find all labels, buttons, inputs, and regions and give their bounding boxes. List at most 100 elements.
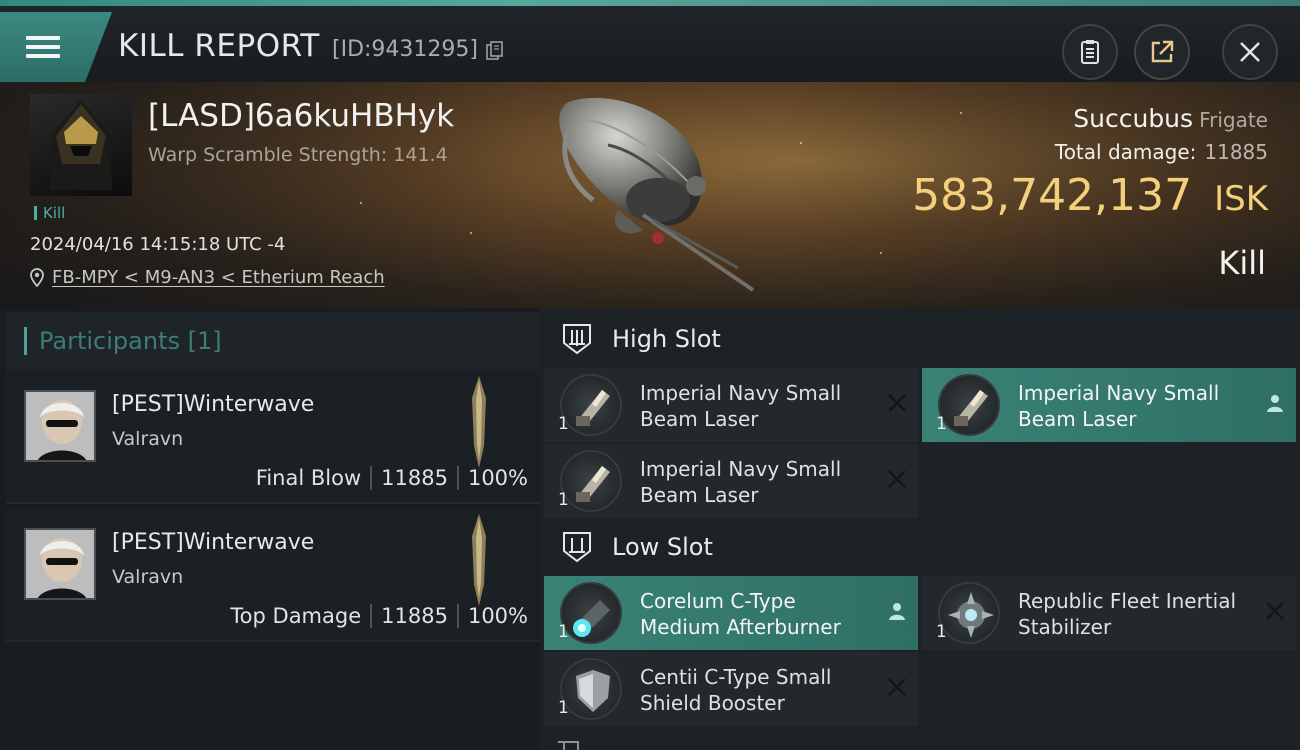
high-slot-header: High Slot (560, 322, 721, 356)
clipboard-icon (1081, 40, 1099, 64)
isk-amount: 583,742,137 (912, 170, 1193, 221)
participant-card[interactable]: [PEST]Winterwave Valravn Top Damage 11885… (6, 508, 540, 642)
participant-percent: 100% (467, 604, 528, 628)
warp-scramble-strength: Warp Scramble Strength: 141.4 (148, 144, 448, 166)
victim-portrait (50, 100, 112, 190)
participant-percent: 100% (467, 466, 528, 490)
next-slot-header-partial (544, 730, 904, 750)
victim-avatar[interactable] (30, 94, 132, 196)
shield-booster-icon (560, 658, 622, 720)
low-slot-icon (563, 532, 591, 563)
participant-portrait (26, 530, 94, 598)
star (880, 252, 882, 254)
ship-class: Frigate (1199, 108, 1268, 132)
divider (456, 604, 459, 628)
menu-icon (26, 31, 60, 63)
destroyed-icon (888, 678, 906, 696)
star (800, 142, 802, 144)
isk-unit: ISK (1214, 179, 1268, 219)
total-damage-value: 11885 (1204, 140, 1268, 164)
module-name: Imperial Navy Small Beam Laser (640, 381, 842, 431)
module-item[interactable]: 1 Imperial Navy Small Beam Laser (544, 444, 918, 518)
module-name: Imperial Navy Small Beam Laser (640, 457, 842, 507)
afterburner-icon (560, 582, 622, 644)
copy-icon[interactable] (486, 41, 504, 61)
participant-avatar[interactable] (24, 528, 96, 600)
close-icon (1240, 42, 1260, 62)
report-id: [ID:9431295] (332, 37, 478, 62)
header-accent-bar (24, 327, 27, 355)
participant-avatar[interactable] (24, 390, 96, 462)
kill-location[interactable]: FB-MPY < M9-AN3 < Etherium Reach (30, 267, 385, 288)
participant-damage: 11885 (381, 466, 448, 490)
star (960, 112, 962, 114)
destroyed-icon (1266, 602, 1284, 620)
module-name: Corelum C-Type Medium Afterburner (640, 589, 841, 639)
module-item[interactable]: 1 Imperial Navy Small Beam Laser (922, 368, 1296, 442)
total-damage: Total damage: 11885 (1055, 140, 1268, 164)
high-slot-label: High Slot (612, 325, 721, 353)
participant-name[interactable]: [PEST]Winterwave (112, 530, 314, 555)
participant-stats: Final Blow 11885 100% (256, 466, 528, 490)
divider (370, 466, 373, 490)
module-name: Imperial Navy Small Beam Laser (1018, 381, 1220, 431)
participant-role: Top Damage (230, 604, 362, 628)
location-link[interactable]: FB-MPY < M9-AN3 < Etherium Reach (52, 267, 385, 288)
dropped-icon (1267, 395, 1283, 412)
kill-tag: Kill (34, 206, 65, 221)
participant-damage: 11885 (381, 604, 448, 628)
kill-result: Kill (1218, 244, 1266, 282)
fitting-panel: High Slot 1 Imperial Navy Small Beam Las… (540, 308, 1300, 750)
ship-type[interactable]: Succubus Frigate (1073, 104, 1268, 133)
participant-role: Final Blow (255, 466, 362, 490)
beam-laser-icon (560, 374, 622, 436)
participants-label: Participants (39, 327, 180, 355)
mid-slot-icon (558, 741, 579, 750)
participant-ship-icon[interactable] (468, 376, 490, 468)
header-bar: KILL REPORT [ID:9431295] (0, 6, 1300, 82)
high-slot-icon (563, 324, 591, 355)
module-name: Republic Fleet Inertial Stabilizer (1018, 589, 1237, 639)
destroyed-icon (888, 470, 906, 488)
participant-corp: Valravn (112, 428, 184, 450)
isk-value: 583,742,137 ISK (912, 170, 1268, 221)
low-slot-header: Low Slot (560, 530, 713, 564)
star (360, 202, 362, 204)
participant-portrait (26, 392, 94, 460)
beam-laser-icon (560, 450, 622, 512)
ship-image (559, 97, 755, 292)
module-quantity: 1 (558, 622, 569, 642)
clipboard-button[interactable] (1062, 24, 1118, 80)
module-item[interactable]: 1 Corelum C-Type Medium Afterburner (544, 576, 918, 650)
kill-report-screen: KILL REPORT [ID:9431295] [LASD]6a6kuHBHy… (0, 0, 1300, 750)
close-button[interactable] (1222, 24, 1278, 80)
participant-ship-icon[interactable] (468, 514, 490, 606)
share-icon (1151, 40, 1174, 63)
share-button[interactable] (1134, 24, 1190, 80)
participants-count: [1] (187, 327, 222, 355)
beam-laser-icon (938, 374, 1000, 436)
module-quantity: 1 (936, 414, 947, 434)
participants-header: Participants [1] (6, 312, 540, 370)
divider (370, 604, 373, 628)
inertial-stabilizer-icon (938, 582, 1000, 644)
module-item[interactable]: 1 Republic Fleet Inertial Stabilizer (922, 576, 1296, 650)
menu-button[interactable] (0, 12, 112, 82)
ship-name: Succubus (1073, 104, 1194, 133)
dropped-icon (889, 603, 905, 620)
module-item[interactable]: 1 Centii C-Type Small Shield Booster (544, 652, 918, 726)
participant-name[interactable]: [PEST]Winterwave (112, 392, 314, 417)
star (470, 232, 472, 234)
module-quantity: 1 (558, 698, 569, 718)
participants-panel: Participants [1] [PEST]Winterwave Valrav… (0, 308, 540, 750)
module-item[interactable]: 1 Imperial Navy Small Beam Laser (544, 368, 918, 442)
victim-name[interactable]: [LASD]6a6kuHBHyk (148, 98, 454, 134)
destroyed-icon (888, 394, 906, 412)
module-quantity: 1 (558, 490, 569, 510)
participant-card[interactable]: [PEST]Winterwave Valravn Final Blow 11885… (6, 370, 540, 504)
divider (456, 466, 459, 490)
location-pin-icon (30, 268, 44, 287)
victim-banner: [LASD]6a6kuHBHyk Warp Scramble Strength:… (0, 82, 1300, 308)
page-title: KILL REPORT (118, 28, 320, 64)
participant-corp: Valravn (112, 566, 184, 588)
